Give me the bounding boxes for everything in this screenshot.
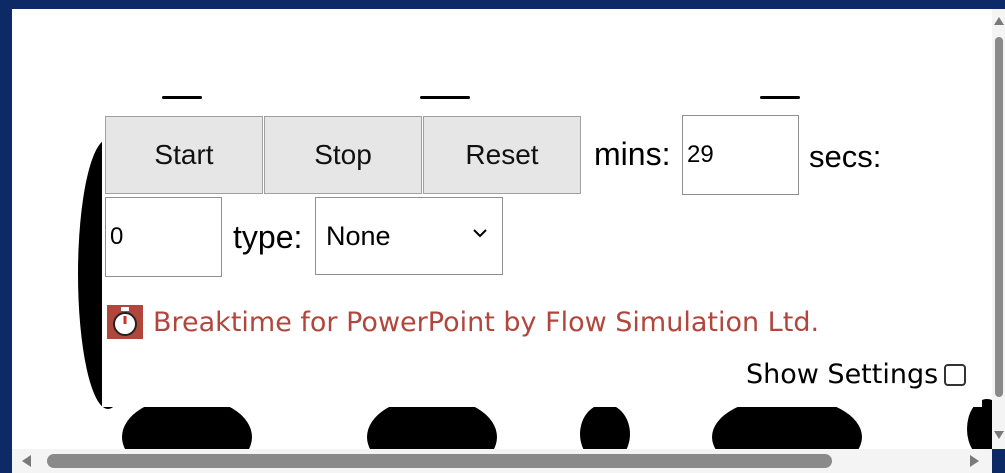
credit-line[interactable]: Breaktime for PowerPoint by Flow Simulat… bbox=[107, 305, 819, 339]
show-settings-checkbox[interactable] bbox=[944, 363, 967, 386]
secs-label: secs: bbox=[809, 139, 882, 174]
scroll-down-icon[interactable] bbox=[994, 431, 1004, 439]
background-digit-shape bbox=[580, 404, 630, 449]
breaktime-frame: Start Stop Reset mins: secs: type: None … bbox=[12, 9, 992, 449]
type-label: type: bbox=[233, 219, 303, 255]
scroll-up-icon[interactable] bbox=[994, 17, 1004, 25]
horizontal-scroll-thumb[interactable] bbox=[47, 454, 832, 468]
chevron-down-icon bbox=[473, 229, 487, 238]
mins-input[interactable] bbox=[682, 115, 799, 195]
horizontal-scrollbar[interactable] bbox=[12, 449, 992, 473]
credit-text[interactable]: Breaktime for PowerPoint by Flow Simulat… bbox=[153, 307, 819, 338]
type-select[interactable]: None bbox=[315, 197, 503, 275]
stop-button[interactable]: Stop bbox=[264, 116, 422, 194]
background-digit-shape bbox=[760, 96, 800, 99]
background-digit-shape bbox=[420, 96, 470, 99]
stopwatch-icon bbox=[107, 305, 143, 339]
secs-input[interactable] bbox=[105, 197, 222, 277]
show-settings-toggle[interactable]: Show Settings bbox=[746, 359, 967, 390]
reset-button[interactable]: Reset bbox=[423, 116, 581, 194]
show-settings-label: Show Settings bbox=[746, 359, 939, 390]
type-select-value: None bbox=[326, 220, 391, 251]
scroll-right-icon[interactable] bbox=[970, 455, 979, 467]
start-button[interactable]: Start bbox=[105, 116, 263, 194]
vertical-scrollbar[interactable] bbox=[992, 9, 1005, 449]
mins-label: mins: bbox=[594, 136, 671, 172]
vertical-scroll-thumb[interactable] bbox=[995, 37, 1003, 397]
scroll-left-icon[interactable] bbox=[22, 455, 31, 467]
background-digit-shape bbox=[162, 96, 202, 99]
